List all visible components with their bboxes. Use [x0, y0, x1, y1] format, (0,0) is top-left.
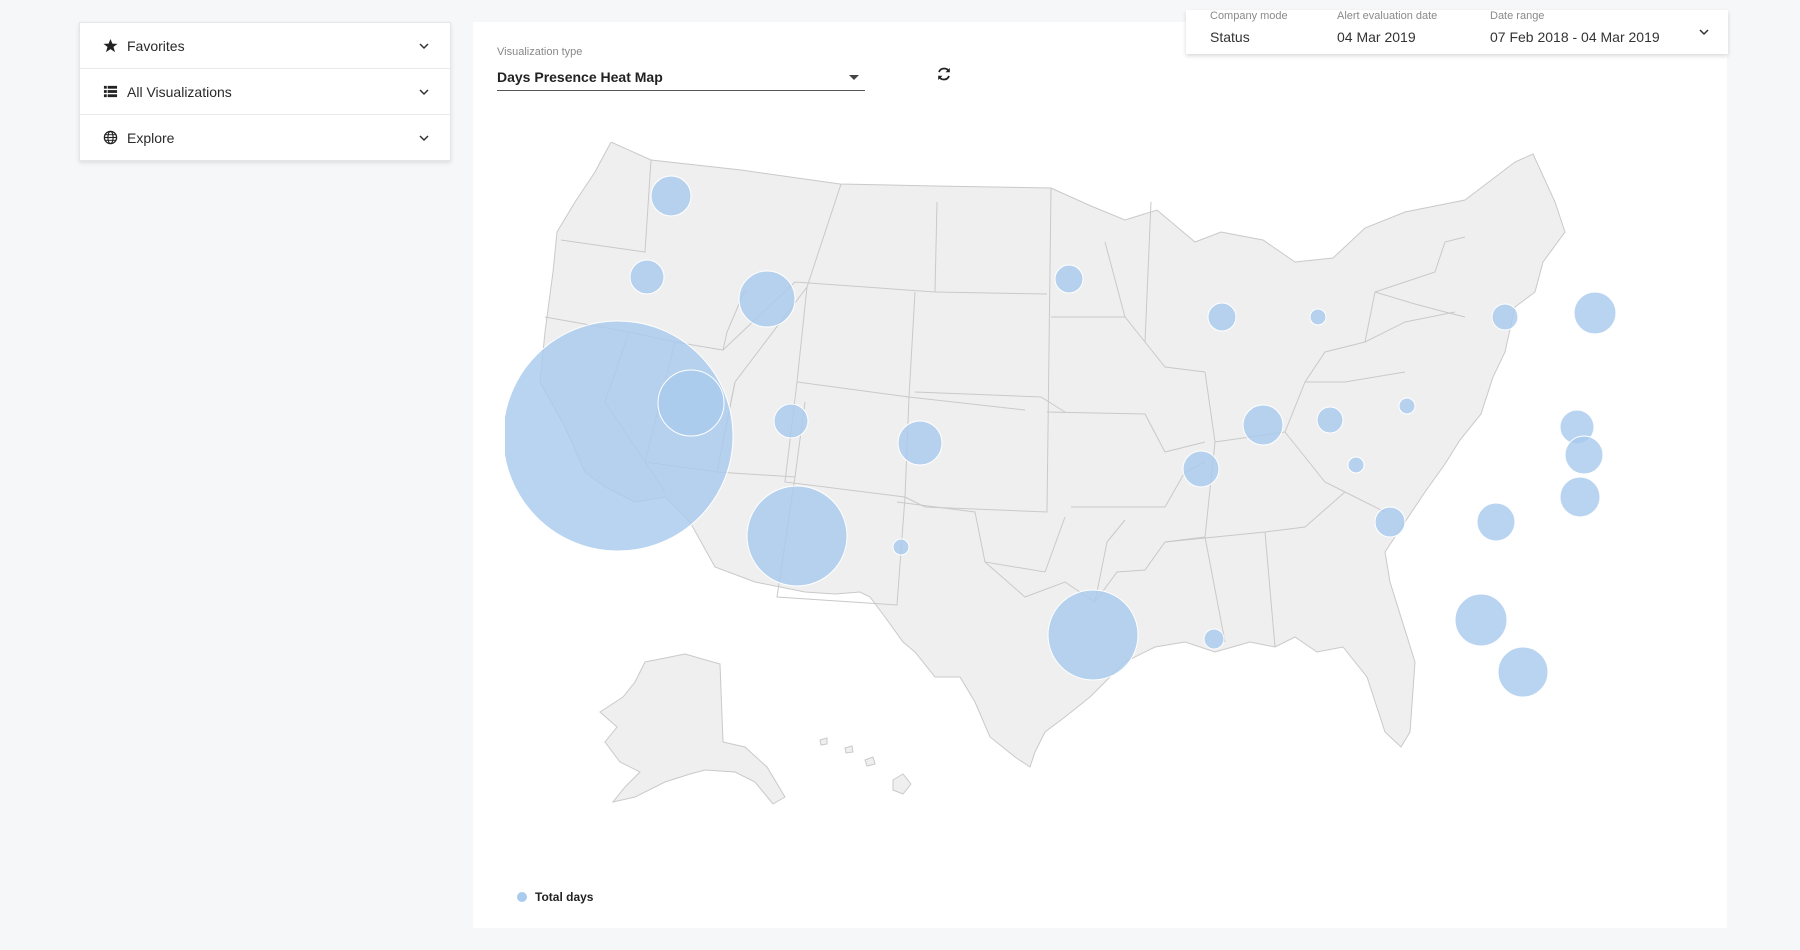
alert-date-label: Alert evaluation date [1337, 10, 1438, 22]
date-range-label: Date range [1490, 10, 1545, 22]
chevron-down-icon [419, 42, 429, 49]
alert-date-value: 04 Mar 2019 [1337, 29, 1416, 45]
state-bubble[interactable] [773, 403, 809, 439]
visualization-menu: Favorites All Visualizations Explore [79, 22, 451, 161]
list-icon [102, 84, 118, 100]
refresh-icon [938, 67, 950, 81]
state-bubble[interactable] [897, 420, 943, 466]
visualization-type-label: Visualization type [497, 46, 583, 58]
state-bubble[interactable] [657, 369, 725, 437]
state-bubble[interactable] [1454, 593, 1508, 647]
state-bubble[interactable] [1398, 397, 1416, 415]
company-mode-value: Status [1210, 29, 1250, 45]
state-bubble[interactable] [1182, 450, 1220, 488]
all-visualizations-section[interactable]: All Visualizations [80, 69, 450, 115]
state-bubble[interactable] [650, 175, 692, 217]
chevron-down-icon [419, 134, 429, 141]
state-bubble[interactable] [1207, 302, 1237, 332]
state-bubble[interactable] [1047, 589, 1139, 681]
refresh-button[interactable] [932, 62, 956, 86]
state-bubble[interactable] [1476, 502, 1516, 542]
state-bubble[interactable] [738, 270, 796, 328]
state-bubble[interactable] [746, 485, 848, 587]
chevron-down-icon [419, 88, 429, 95]
star-icon [102, 38, 118, 54]
state-bubble[interactable] [1203, 628, 1225, 650]
state-bubble[interactable] [1316, 406, 1344, 434]
map-legend: Total days [517, 890, 593, 904]
state-bubble[interactable] [1374, 506, 1406, 538]
company-mode-filter: Company mode Status [1210, 10, 1288, 45]
state-bubble[interactable] [1309, 308, 1327, 326]
alaska-shape [599, 653, 786, 805]
state-bubble[interactable] [1559, 476, 1601, 518]
dropdown-caret-icon [849, 74, 859, 80]
state-bubble[interactable] [1564, 435, 1604, 475]
state-bubble[interactable] [1242, 404, 1284, 446]
all-visualizations-label: All Visualizations [127, 83, 232, 100]
date-range-value: 07 Feb 2018 - 04 Mar 2019 [1490, 29, 1660, 45]
explore-section[interactable]: Explore [80, 115, 450, 160]
us-heat-map [505, 142, 1617, 805]
hawaii-shape [819, 737, 912, 795]
state-bubble[interactable] [629, 259, 665, 295]
explore-label: Explore [127, 129, 175, 146]
filter-bar[interactable]: Company mode Status Alert evaluation dat… [1186, 10, 1728, 54]
state-bubble[interactable] [1054, 264, 1084, 294]
favorites-section[interactable]: Favorites [80, 23, 450, 69]
state-bubble[interactable] [1497, 646, 1549, 698]
chevron-down-icon[interactable] [1698, 26, 1710, 38]
visualization-panel: Visualization type Days Presence Heat Ma… [473, 22, 1727, 928]
company-mode-label: Company mode [1210, 10, 1288, 22]
date-range-filter: Date range 07 Feb 2018 - 04 Mar 2019 [1490, 10, 1660, 45]
visualization-type-select[interactable]: Days Presence Heat Map [497, 64, 865, 91]
legend-swatch [517, 892, 527, 902]
state-bubble[interactable] [1347, 456, 1365, 474]
state-bubble[interactable] [1573, 291, 1617, 335]
legend-label: Total days [535, 890, 594, 904]
state-bubble[interactable] [505, 320, 734, 552]
state-bubble[interactable] [1491, 303, 1519, 331]
visualization-type-value: Days Presence Heat Map [497, 69, 663, 85]
state-bubble[interactable] [892, 538, 910, 556]
globe-icon [102, 130, 118, 146]
favorites-label: Favorites [127, 37, 185, 54]
alert-date-filter: Alert evaluation date 04 Mar 2019 [1337, 10, 1437, 45]
